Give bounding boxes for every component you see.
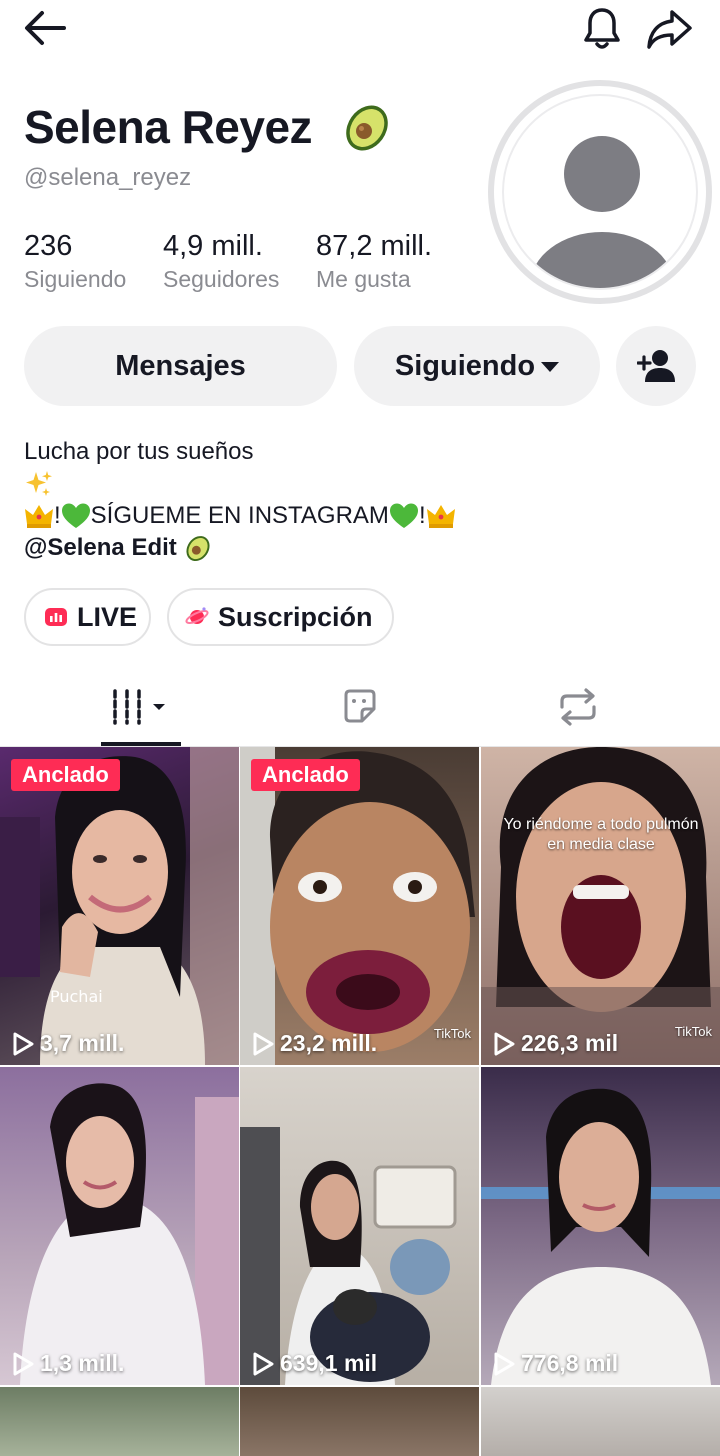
view-count-value: 1,3 mill.: [40, 1350, 125, 1376]
view-count-value: 23,2 mill.: [280, 1030, 378, 1056]
bio-exclamation-2: !: [418, 502, 426, 529]
tab-reposts[interactable]: [458, 668, 698, 746]
crown-icon: [25, 505, 53, 528]
caret-down-icon: [541, 362, 560, 372]
bio-line-3: ! SÍGUEME EN INSTAGRAM !: [24, 500, 456, 532]
stat-followers-value: 4,9 mill.: [163, 230, 263, 262]
following-button-label: Siguiendo: [394, 349, 536, 382]
video-thumbnail-image: [240, 1127, 457, 1385]
view-count: 1,3 mill.: [12, 1350, 124, 1377]
bio-instagram-text: SÍGUEME EN INSTAGRAM: [90, 502, 389, 529]
avatar[interactable]: [488, 80, 712, 304]
bio-line-1: Lucha por tus sueños: [24, 438, 254, 465]
video-thumbnail[interactable]: 776,8 mil: [481, 1067, 720, 1385]
top-bar: [0, 0, 720, 60]
stat-followers-label: Seguidores: [163, 266, 280, 292]
bio-line-4: @Selena Edit: [24, 532, 456, 564]
view-count-value: 776,8 mil: [521, 1350, 619, 1376]
video-thumbnail[interactable]: 1,3 mill.: [0, 1067, 239, 1385]
tab-videos[interactable]: [21, 668, 261, 746]
stat-likes[interactable]: 87,2 mill. Me gusta: [316, 230, 432, 293]
video-thumbnail-image: [481, 747, 720, 1065]
view-count-value: 639,1 mil: [280, 1350, 378, 1376]
live-icon: [45, 608, 67, 626]
back-arrow-icon[interactable]: [22, 8, 68, 48]
view-count: 226,3 mil: [493, 1030, 618, 1057]
play-icon: [494, 1032, 515, 1055]
stat-following[interactable]: 236 Siguiendo: [24, 230, 126, 293]
video-thumbnail-image: [481, 1088, 720, 1385]
play-icon: [253, 1352, 274, 1375]
avocado-emoji-icon: [346, 105, 388, 151]
pinned-badge: Anclado: [11, 759, 120, 791]
view-count-value: 3,7 mill.: [40, 1030, 125, 1056]
add-friend-button[interactable]: [616, 326, 696, 406]
profile-handle: @selena_reyez: [24, 164, 192, 191]
green-heart-icon: [61, 503, 90, 528]
bio-line-2: [24, 468, 456, 500]
view-count: 3,7 mill.: [12, 1030, 124, 1057]
svg-text:Puchai: Puchai: [50, 987, 103, 1006]
tiktok-watermark: TikTok: [674, 1024, 712, 1039]
video-thumbnail[interactable]: [0, 1387, 239, 1456]
following-button[interactable]: Siguiendo: [354, 326, 600, 406]
view-count-value: 226,3 mil: [521, 1030, 619, 1056]
subscription-planet-icon: [185, 607, 209, 624]
tab-favorites[interactable]: [240, 668, 480, 746]
play-icon: [13, 1032, 34, 1055]
video-grid-icon: [113, 689, 165, 725]
video-thumbnail-image: [20, 1083, 239, 1385]
live-label: LIVE: [77, 601, 138, 632]
crown-icon: [426, 505, 455, 528]
live-pill[interactable]: LIVE: [24, 588, 151, 646]
video-grid: Puchai Anclado 3,7 mill. Anclado TikTok …: [0, 747, 720, 1456]
play-icon: [253, 1032, 274, 1055]
bell-icon[interactable]: [578, 4, 626, 52]
bio-exclamation-1: !: [54, 502, 61, 529]
stat-likes-label: Me gusta: [316, 266, 411, 292]
video-thumbnail[interactable]: 639,1 mil: [240, 1067, 479, 1385]
sticker-icon: [344, 689, 376, 723]
stat-following-value: 236: [24, 230, 73, 262]
video-thumbnail[interactable]: Yo riéndome a todo pulmón en media clase…: [481, 747, 720, 1065]
green-heart-icon: [389, 503, 418, 528]
view-count: 776,8 mil: [493, 1350, 618, 1377]
messages-button[interactable]: Mensajes: [24, 326, 337, 406]
profile-bio: Lucha por tus sueños ! SÍGUEME EN INSTAG…: [24, 436, 456, 564]
share-icon[interactable]: [644, 4, 694, 52]
subscription-label: Suscripción: [218, 601, 373, 632]
default-avatar-icon: [530, 136, 674, 288]
add-user-icon: [637, 350, 675, 382]
view-count: 639,1 mil: [252, 1350, 377, 1377]
profile-name: Selena Reyez: [24, 101, 313, 153]
messages-button-label: Mensajes: [115, 349, 246, 382]
bio-mention-link[interactable]: @Selena Edit: [24, 532, 177, 564]
repost-icon: [560, 688, 596, 726]
stat-followers[interactable]: 4,9 mill. Seguidores: [163, 230, 279, 293]
subscription-pill[interactable]: Suscripción: [167, 588, 394, 646]
stat-following-label: Siguiendo: [24, 266, 127, 292]
video-overlay-caption: Yo riéndome a todo pulmón en media clase: [503, 816, 699, 853]
play-icon: [494, 1352, 515, 1375]
pinned-badge: Anclado: [251, 759, 360, 791]
video-thumbnail[interactable]: [481, 1387, 720, 1456]
sparkles-icon: [26, 471, 52, 496]
avocado-emoji-icon: [186, 536, 210, 562]
play-icon: [13, 1352, 34, 1375]
video-thumbnail-image: [240, 747, 475, 1065]
video-thumbnail[interactable]: Puchai Anclado 3,7 mill.: [0, 747, 239, 1065]
video-thumbnail-image: Puchai: [0, 747, 239, 1065]
view-count: 23,2 mill.: [252, 1030, 377, 1057]
stat-likes-value: 87,2 mill.: [316, 230, 433, 262]
tiktok-watermark: TikTok: [433, 1026, 471, 1041]
content-tabs: [0, 668, 720, 746]
video-thumbnail[interactable]: [240, 1387, 479, 1456]
video-thumbnail[interactable]: Anclado TikTok 23,2 mill.: [240, 747, 479, 1065]
